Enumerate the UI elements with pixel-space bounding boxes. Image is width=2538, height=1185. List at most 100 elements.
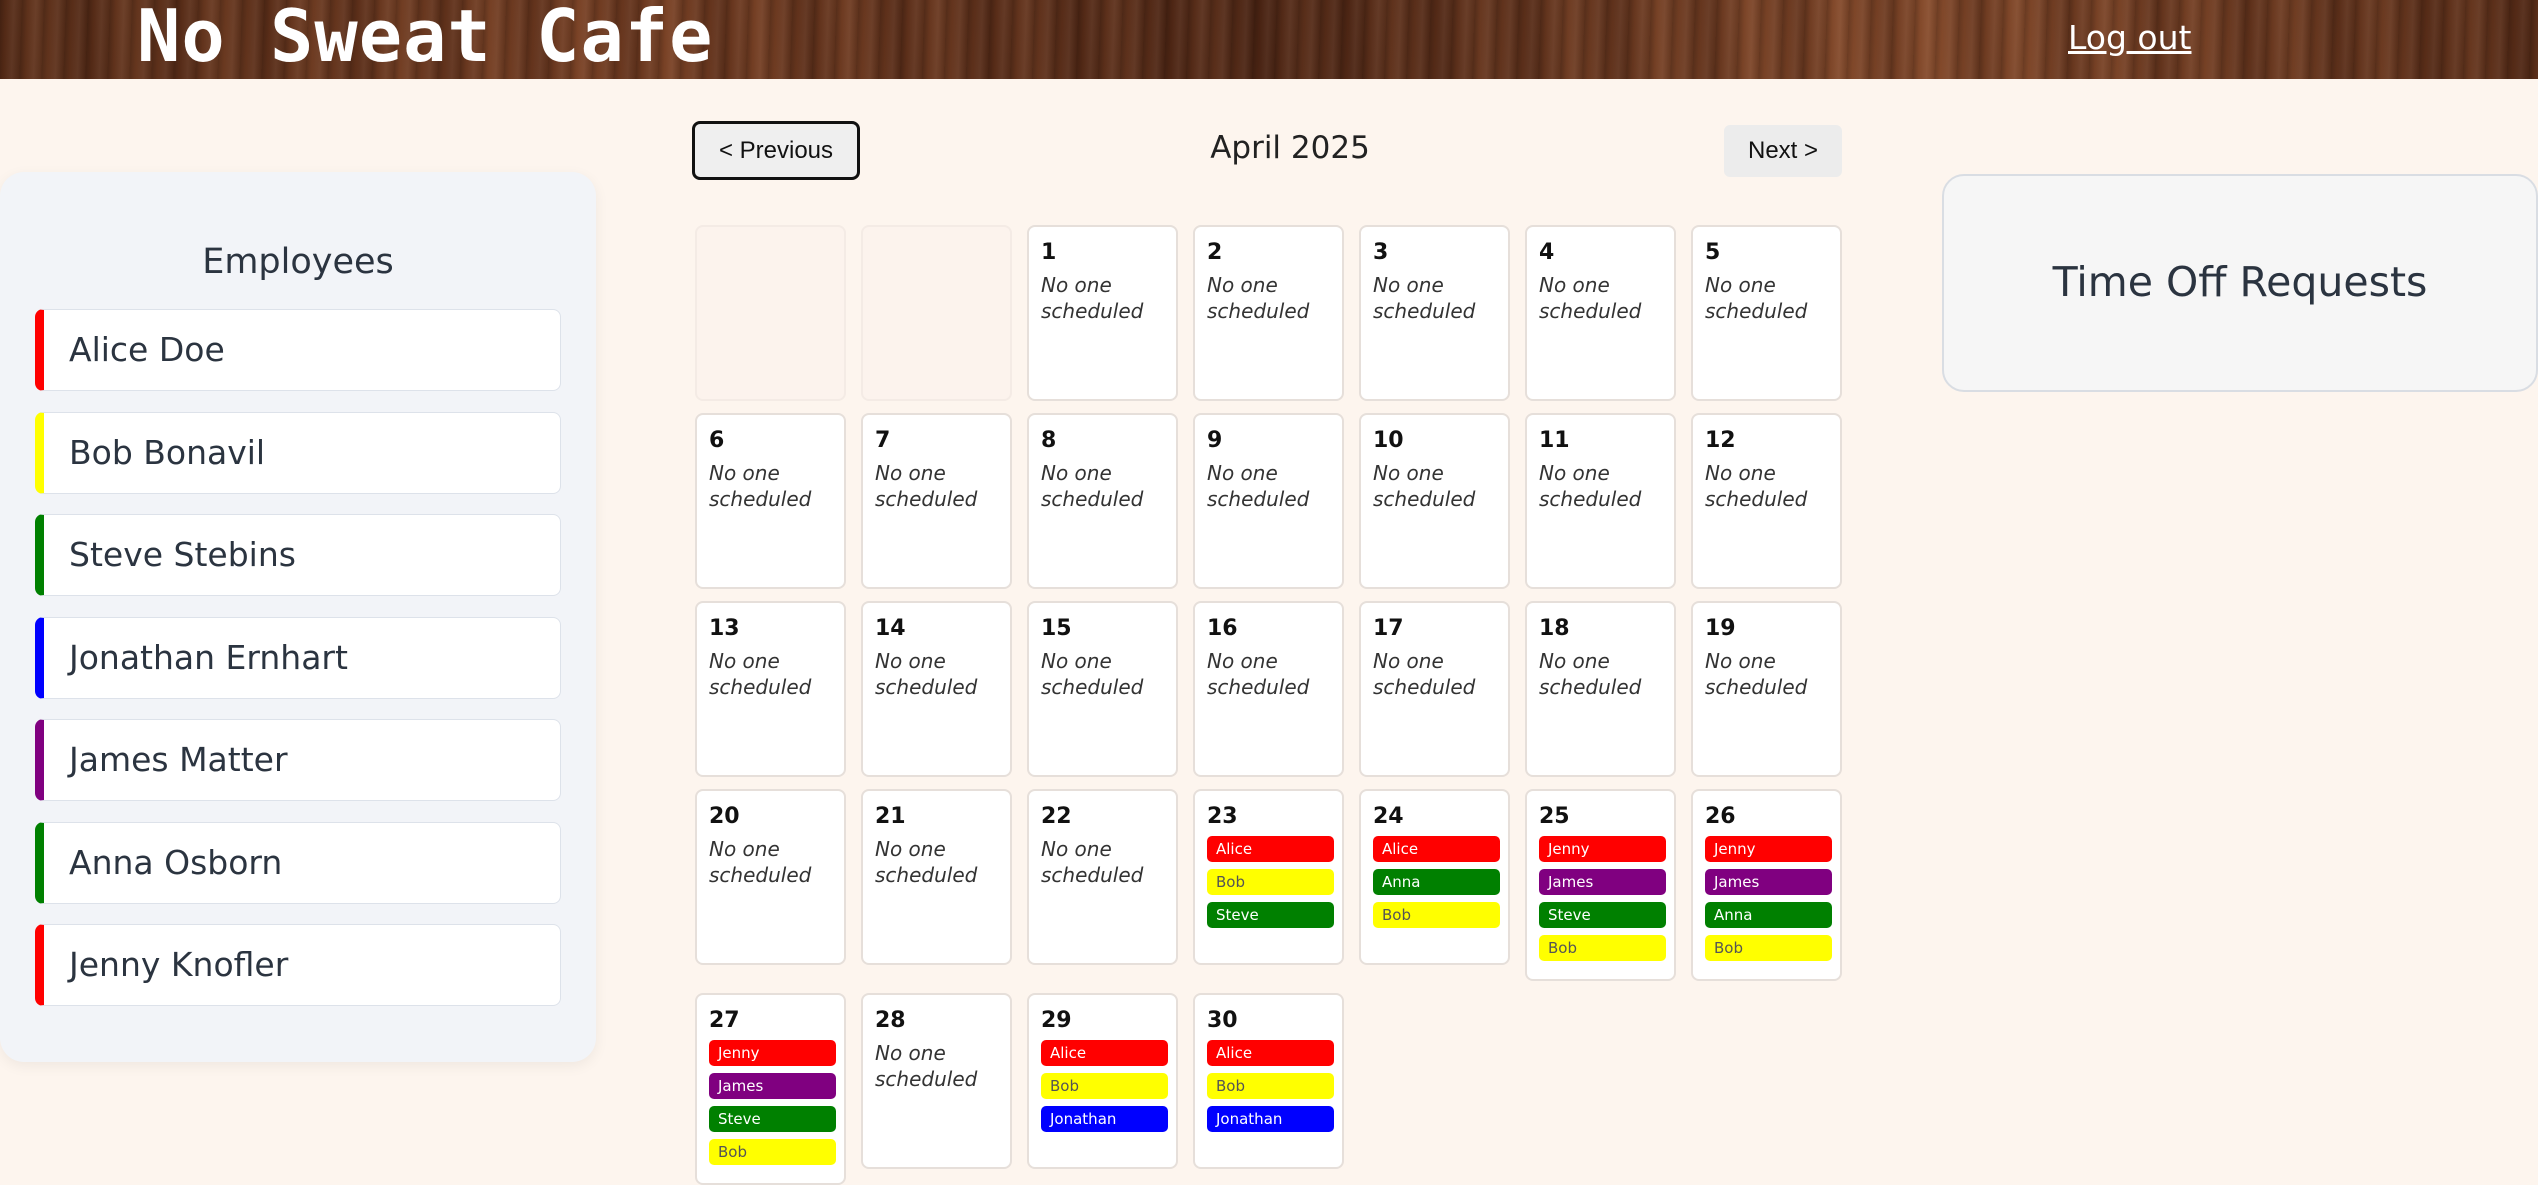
day-number: 2 (1207, 240, 1223, 265)
calendar-day-cell[interactable]: 18 No one scheduled (1525, 601, 1676, 777)
shift-badge[interactable]: Steve (1539, 902, 1666, 928)
no-one-scheduled-text: No one scheduled (1041, 461, 1144, 511)
shift-badge[interactable]: Jonathan (1207, 1106, 1334, 1132)
next-month-button[interactable]: Next > (1724, 125, 1842, 177)
calendar-day-cell[interactable]: 22 No one scheduled (1027, 789, 1178, 965)
shift-badge[interactable]: Bob (1539, 935, 1666, 961)
shift-badge[interactable]: Bob (709, 1139, 836, 1165)
calendar-day-cell[interactable]: 23 Alice Bob Steve (1193, 789, 1344, 965)
employee-item[interactable]: Jenny Knofler (35, 924, 561, 1006)
day-number: 15 (1041, 616, 1072, 641)
calendar-day-cell[interactable]: 19 No one scheduled (1691, 601, 1842, 777)
calendar-day-cell[interactable]: 4 No one scheduled (1525, 225, 1676, 401)
calendar-day-cell[interactable]: 6 No one scheduled (695, 413, 846, 589)
shift-badge[interactable]: Jenny (709, 1040, 836, 1066)
shift-badge[interactable]: Alice (1207, 836, 1334, 862)
employee-item[interactable]: James Matter (35, 719, 561, 801)
shift-badge[interactable]: Alice (1041, 1040, 1168, 1066)
header-banner: No Sweat Cafe Log out (0, 0, 2538, 79)
day-number: 8 (1041, 428, 1057, 453)
calendar-grid: 1 No one scheduled 2 No one scheduled 3 No on… (695, 225, 1842, 1185)
day-number: 24 (1373, 804, 1404, 829)
day-number: 3 (1373, 240, 1389, 265)
calendar-day-cell[interactable]: 20 No one scheduled (695, 789, 846, 965)
month-title: April 2025 (1210, 130, 1370, 166)
no-one-scheduled-text: No one scheduled (1207, 273, 1310, 323)
time-off-panel[interactable]: Time Off Requests (1942, 174, 2538, 392)
shift-badge[interactable]: Alice (1373, 836, 1500, 862)
shift-badge[interactable]: Jonathan (1041, 1106, 1168, 1132)
calendar-day-cell[interactable]: 1 No one scheduled (1027, 225, 1178, 401)
calendar-day-cell[interactable]: 30 Alice Bob Jonathan (1193, 993, 1344, 1169)
calendar-day-cell[interactable]: 14 No one scheduled (861, 601, 1012, 777)
employee-item[interactable]: Alice Doe (35, 309, 561, 391)
shift-badge[interactable]: Bob (1041, 1073, 1168, 1099)
shift-badge[interactable]: Steve (709, 1106, 836, 1132)
calendar-day-cell[interactable]: 12 No one scheduled (1691, 413, 1842, 589)
calendar-day-cell[interactable]: 3 No one scheduled (1359, 225, 1510, 401)
employee-item[interactable]: Anna Osborn (35, 821, 561, 904)
no-one-scheduled-text: No one scheduled (1539, 273, 1642, 323)
shift-badge[interactable]: Anna (1705, 902, 1832, 928)
previous-month-button[interactable]: < Previous (692, 121, 860, 180)
no-one-scheduled-text: No one scheduled (875, 837, 978, 887)
calendar-day-cell[interactable]: 27 Jenny James Steve Bob (695, 993, 846, 1185)
no-one-scheduled-text: No one scheduled (1373, 649, 1476, 699)
calendar-day-cell[interactable]: 7 No one scheduled (861, 413, 1012, 589)
shift-badge[interactable]: Jenny (1705, 836, 1832, 862)
calendar-day-cell[interactable]: 2 No one scheduled (1193, 225, 1344, 401)
calendar-day-cell[interactable]: 8 No one scheduled (1027, 413, 1178, 589)
calendar-day-cell[interactable]: 15 No one scheduled (1027, 601, 1178, 777)
day-number: 27 (709, 1008, 740, 1033)
day-number: 5 (1705, 240, 1721, 265)
shift-badge[interactable]: James (1705, 869, 1832, 895)
shift-badge[interactable]: Bob (1373, 902, 1500, 928)
no-one-scheduled-text: No one scheduled (875, 1041, 978, 1091)
calendar-day-cell[interactable]: 10 No one scheduled (1359, 413, 1510, 589)
shift-badge[interactable]: Bob (1207, 869, 1334, 895)
shift-badge[interactable]: Bob (1705, 935, 1832, 961)
calendar-day-cell[interactable]: 5 No one scheduled (1691, 225, 1842, 401)
day-number: 29 (1041, 1008, 1072, 1033)
shift-badge[interactable]: Anna (1373, 869, 1500, 895)
calendar-day-cell[interactable]: 16 No one scheduled (1193, 601, 1344, 777)
no-one-scheduled-text: No one scheduled (709, 649, 812, 699)
day-number: 22 (1041, 804, 1072, 829)
shift-badge[interactable]: James (709, 1073, 836, 1099)
shift-badge[interactable]: James (1539, 869, 1666, 895)
calendar-day-cell[interactable]: 24 Alice Anna Bob (1359, 789, 1510, 965)
no-one-scheduled-text: No one scheduled (1041, 273, 1144, 323)
calendar-day-cell[interactable]: 21 No one scheduled (861, 789, 1012, 965)
calendar-day-cell[interactable]: 25 Jenny James Steve Bob (1525, 789, 1676, 981)
day-number: 11 (1539, 428, 1570, 453)
shift-badge[interactable]: Alice (1207, 1040, 1334, 1066)
day-number: 4 (1539, 240, 1555, 265)
employee-name: Jonathan Ernhart (69, 637, 348, 677)
calendar-day-cell[interactable]: 9 No one scheduled (1193, 413, 1344, 589)
day-number: 9 (1207, 428, 1223, 453)
shift-badge[interactable]: Steve (1207, 902, 1334, 928)
employee-list: Alice Doe Bob Bonavil Steve Stebins Jonatha… (35, 309, 561, 1027)
employee-item[interactable]: Steve Stebins (35, 514, 561, 596)
employee-item[interactable]: Jonathan Ernhart (35, 616, 561, 699)
site-title: No Sweat Cafe (137, 0, 714, 78)
day-number: 16 (1207, 616, 1238, 641)
employee-name: Steve Stebins (69, 535, 296, 574)
no-one-scheduled-text: No one scheduled (875, 461, 978, 511)
calendar-day-cell[interactable]: 26 Jenny James Anna Bob (1691, 789, 1842, 981)
calendar-day-cell[interactable]: 11 No one scheduled (1525, 413, 1676, 589)
employee-name: Jenny Knofler (69, 945, 289, 984)
calendar-day-cell[interactable]: 28 No one scheduled (861, 993, 1012, 1169)
calendar-day-cell[interactable]: 17 No one scheduled (1359, 601, 1510, 777)
no-one-scheduled-text: No one scheduled (875, 649, 978, 699)
no-one-scheduled-text: No one scheduled (1539, 461, 1642, 511)
day-number: 21 (875, 804, 906, 829)
calendar-empty-cell (695, 225, 846, 401)
calendar-day-cell[interactable]: 13 No one scheduled (695, 601, 846, 777)
logout-link[interactable]: Log out (2068, 18, 2191, 58)
day-number: 6 (709, 428, 725, 453)
employee-item[interactable]: Bob Bonavil (35, 411, 561, 494)
shift-badge[interactable]: Jenny (1539, 836, 1666, 862)
calendar-day-cell[interactable]: 29 Alice Bob Jonathan (1027, 993, 1178, 1169)
shift-badge[interactable]: Bob (1207, 1073, 1334, 1099)
